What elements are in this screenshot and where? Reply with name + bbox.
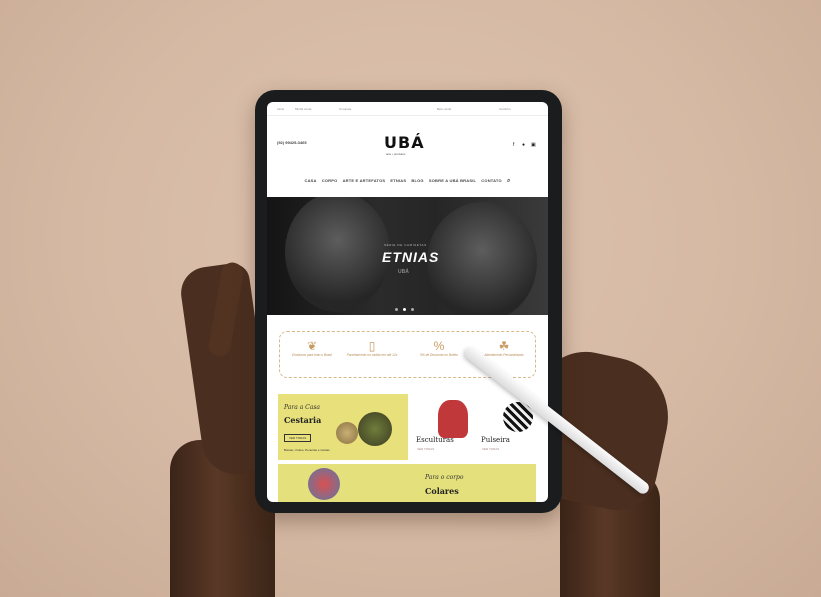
site-logo-tagline: arte • produtos (386, 152, 406, 156)
hero-face-left (285, 197, 390, 312)
card-icon: ▯ (368, 339, 376, 353)
tile-cestaria[interactable]: Para a Casa Cestaria VER TODAS Bolsas, U… (278, 394, 408, 460)
basket-image (336, 422, 358, 444)
topbar-link-home[interactable]: Início (277, 107, 284, 111)
topbar-link-orders[interactable]: Compras (339, 107, 351, 111)
cestaria-button[interactable]: VER TODAS (284, 434, 312, 442)
benefit-shipping: ❦ Enviamos para todo o Brasil (286, 339, 338, 357)
nav-item-sobre[interactable]: SOBRE A UBÁ BRASIL (429, 178, 476, 183)
pinterest-icon[interactable]: ● (522, 142, 525, 148)
hero-kicker: SÉRIE DE CAMISETAS (384, 243, 427, 247)
tablet-screen: Início Minha conta Compras Bem-vindo Car… (267, 102, 548, 502)
carousel-dots[interactable] (395, 307, 419, 312)
benefit-discount: % 5% de Desconto no Boleto (413, 339, 465, 357)
tile-colares[interactable]: Para o corpo Colares (278, 464, 536, 502)
nav-item-contato[interactable]: CONTATO (481, 178, 502, 183)
benefit-service: ☘ Atendimento Personalizado (478, 339, 530, 357)
tile-esculturas[interactable]: Esculturas VER TODAS (414, 394, 474, 460)
nav-item-arte[interactable]: ARTE E ARTEFATOS (343, 178, 386, 183)
sculpture-image (438, 400, 468, 438)
topbar-cart[interactable]: Carrinho (499, 107, 511, 111)
nav-item-etnias[interactable]: ETNIAS (390, 178, 406, 183)
nav-item-casa[interactable]: CASA (305, 178, 317, 183)
handshake-icon: ☘ (498, 339, 510, 353)
discount-icon: % (433, 339, 445, 353)
benefit-installments: ▯ Parcelamento no cartão em até 12x (346, 339, 398, 357)
basket-image (358, 412, 392, 446)
site-logo[interactable]: UBÁ (384, 133, 425, 152)
photo-scene: { "topbar": { "links": ["Início", "Minha… (0, 0, 821, 597)
facebook-icon[interactable]: f (513, 142, 514, 148)
nav-item-corpo[interactable]: CORPO (322, 178, 338, 183)
instagram-icon[interactable]: ▣ (531, 142, 536, 148)
hero-title: ETNIAS (382, 249, 440, 265)
nav-item-blog[interactable]: BLOG (411, 178, 423, 183)
top-bar: Início Minha conta Compras Bem-vindo Car… (267, 102, 548, 116)
main-nav: CASA CORPO ARTE E ARTEFATOS ETNIAS BLOG … (267, 178, 548, 185)
search-icon[interactable]: ⌕ (507, 178, 511, 185)
topbar-link-account[interactable]: Minha conta (295, 107, 311, 111)
colares-image (308, 468, 340, 500)
hero-banner[interactable]: SÉRIE DE CAMISETAS ETNIAS UBÁ (267, 197, 548, 315)
hero-small-logo: UBÁ (398, 269, 409, 275)
hero-face-right (427, 202, 537, 315)
topbar-welcome: Bem-vindo (437, 107, 452, 111)
leaf-icon: ❦ (306, 339, 318, 353)
header-phone: (92) 99425-3465 (277, 140, 307, 145)
